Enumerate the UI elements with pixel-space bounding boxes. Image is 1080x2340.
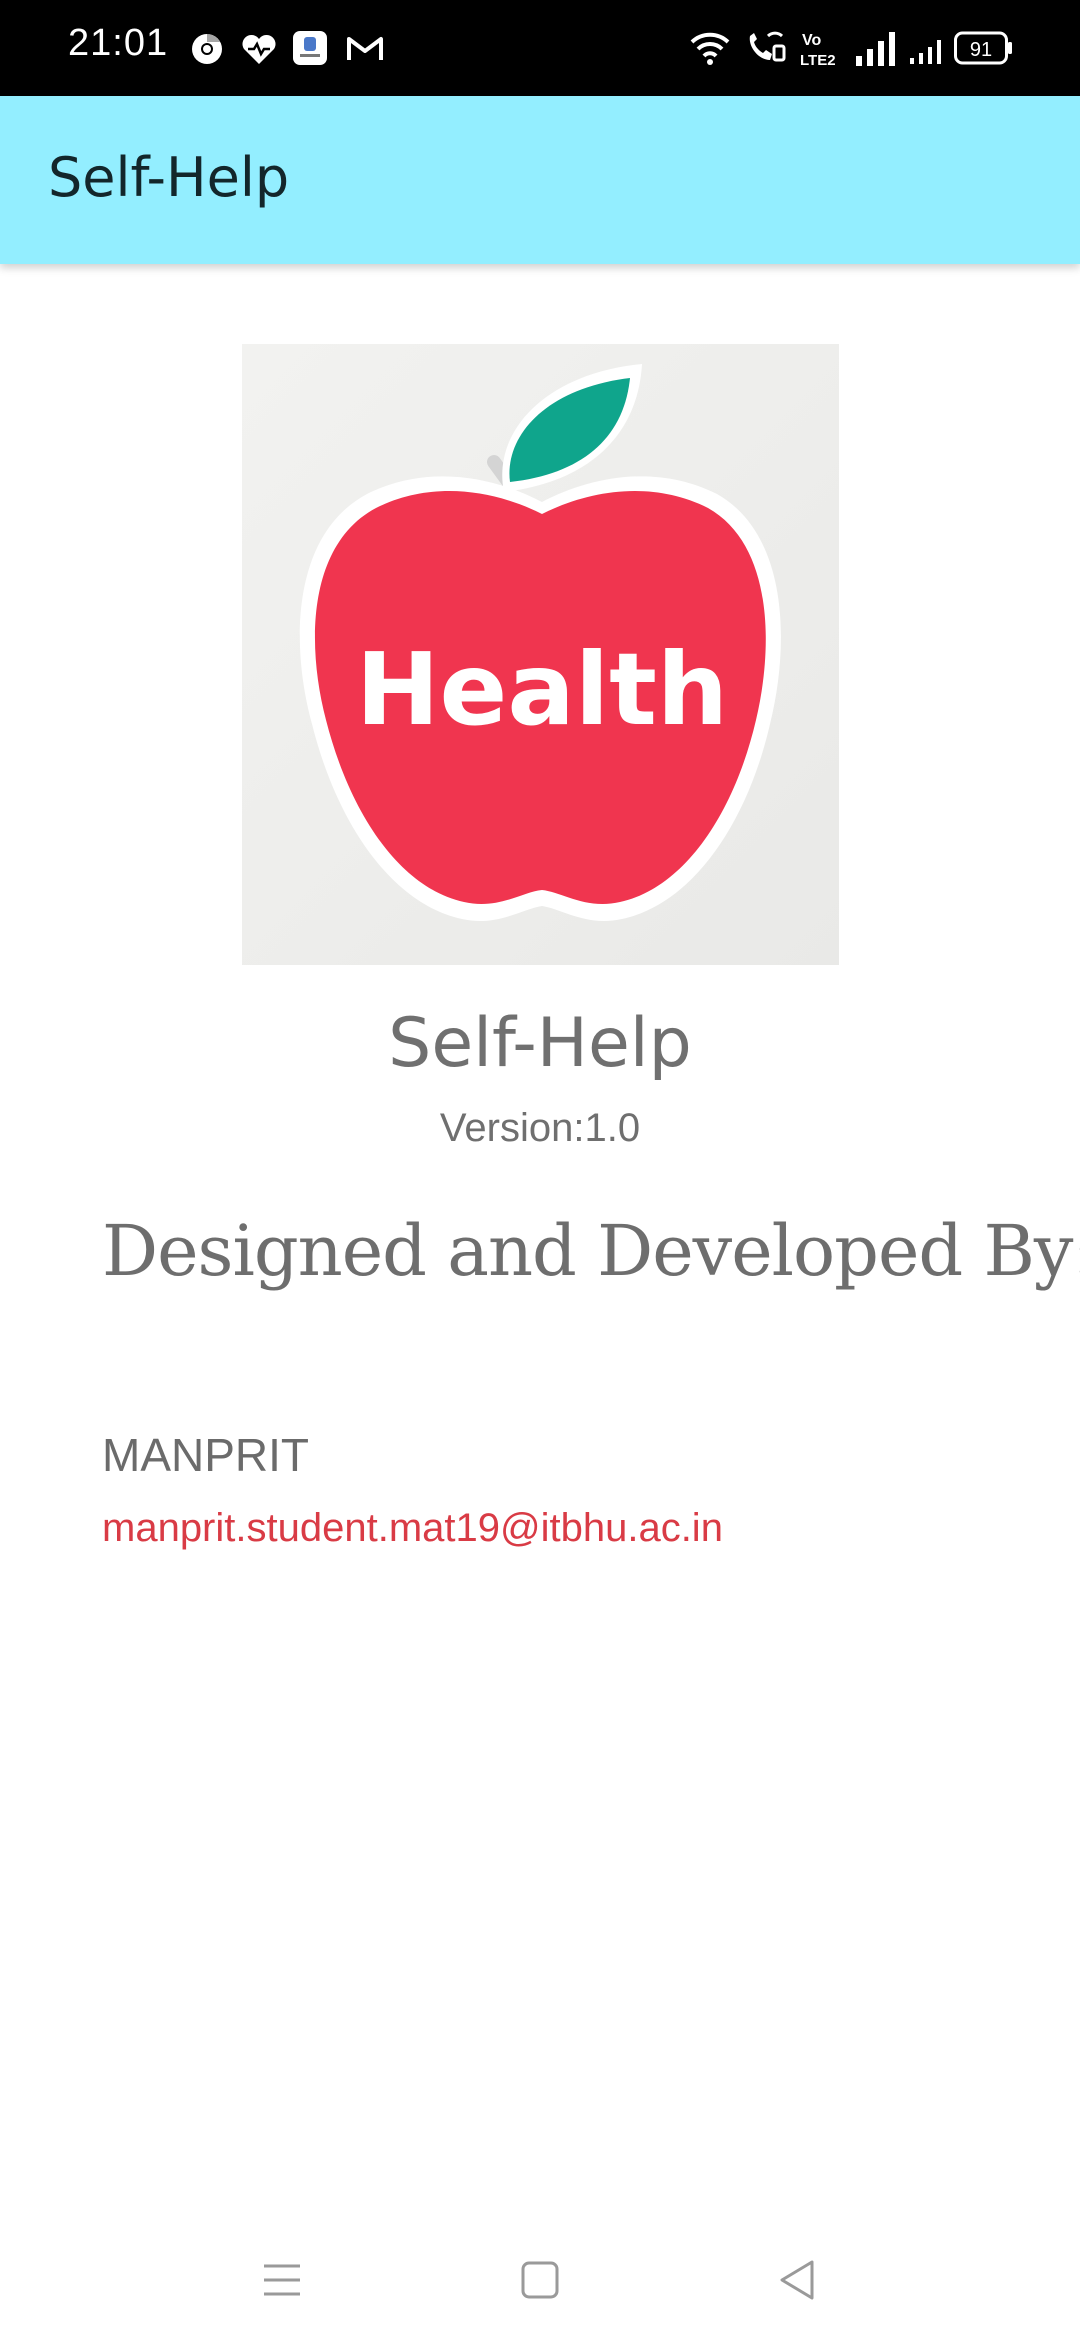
status-bar: 21:01 Vo LTE2 91 [0, 0, 1080, 96]
apple-logo: Health [299, 364, 781, 922]
wifi-calling-icon [749, 31, 786, 62]
developer-name: MANPRIT [102, 1429, 309, 1481]
gmail-icon [347, 37, 383, 60]
app-title: Self-Help [48, 146, 290, 209]
logo-text: Health [356, 631, 728, 748]
back-icon[interactable] [768, 2250, 828, 2310]
app-bar: Self-Help [0, 96, 1080, 264]
battery-level: 91 [970, 39, 992, 61]
app-version: Version:1.0 [439, 1106, 641, 1150]
app-name: Self-Help [388, 1004, 692, 1083]
heart-icon [242, 34, 276, 64]
home-icon[interactable] [510, 2250, 570, 2310]
health-logo-image: Health [242, 344, 839, 965]
credits-heading: Designed and Developed By: [102, 1210, 1080, 1292]
menu-icon[interactable] [252, 2250, 312, 2310]
status-time: 21:01 [68, 22, 169, 64]
navigation-bar [0, 2220, 1080, 2340]
chrome-icon [192, 34, 222, 64]
svg-text:Vo: Vo [802, 32, 821, 49]
wifi-icon [690, 32, 730, 65]
developer-email-link[interactable]: manprit.student.mat19@itbhu.ac.in [102, 1506, 723, 1551]
volte-icon: Vo LTE2 [800, 32, 836, 68]
app-icon [293, 31, 327, 65]
svg-text:LTE2: LTE2 [800, 52, 836, 68]
battery-icon: 91 [954, 31, 1012, 65]
signal-icon [856, 32, 895, 66]
signal-2-icon [910, 40, 941, 64]
